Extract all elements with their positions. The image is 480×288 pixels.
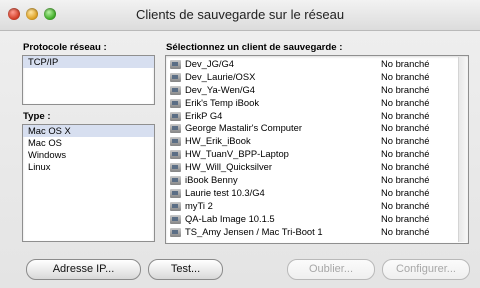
client-name: QA-Lab Image 10.1.5 (185, 212, 275, 224)
client-status: No branché (381, 199, 430, 211)
computer-icon (170, 124, 181, 134)
title-bar: Clients de sauvegarde sur le réseau (0, 0, 480, 31)
client-status: No branché (381, 148, 430, 160)
computer-icon (170, 163, 181, 173)
type-item[interactable]: Linux (23, 161, 154, 173)
client-name: Erik's Temp iBook (185, 96, 260, 108)
computer-icon (170, 150, 181, 160)
client-row[interactable]: iBook Benny No branché (166, 174, 468, 187)
window-title: Clients de sauvegarde sur le réseau (135, 7, 345, 22)
type-item[interactable]: Windows (23, 149, 154, 161)
client-status: No branché (381, 174, 430, 186)
client-status: No branché (381, 186, 430, 198)
client-status: No branché (381, 161, 430, 173)
client-row[interactable]: HW_TuanV_BPP-Laptop No branché (166, 148, 468, 161)
type-label: Type : (23, 111, 51, 122)
computer-icon (170, 188, 181, 198)
client-list-scrollbar[interactable] (458, 57, 467, 242)
client-name: HW_TuanV_BPP-Laptop (185, 148, 289, 160)
client-row[interactable]: myTi 2 No branché (166, 200, 468, 213)
client-name: Laurie test 10.3/G4 (185, 186, 265, 198)
client-row[interactable]: Dev_JG/G4 No branché (166, 58, 468, 71)
client-name: Dev_JG/G4 (185, 58, 234, 69)
computer-icon (170, 98, 181, 108)
client-status: No branché (381, 83, 430, 95)
computer-icon (170, 60, 181, 69)
client-status: No branché (381, 122, 430, 134)
client-row[interactable]: TS_Amy Jensen / Mac Tri-Boot 1 No branché (166, 226, 468, 239)
backup-clients-window: Clients de sauvegarde sur le réseau Prot… (0, 0, 480, 288)
client-name: ErikP G4 (185, 109, 223, 121)
client-name: HW_Will_Quicksilver (185, 161, 272, 173)
type-item[interactable]: Mac OS (23, 137, 154, 149)
client-row[interactable]: Dev_Ya-Wen/G4 No branché (166, 84, 468, 97)
client-row[interactable]: QA-Lab Image 10.1.5 No branché (166, 213, 468, 226)
client-row[interactable]: HW_Erik_iBook No branché (166, 135, 468, 148)
protocol-list[interactable]: TCP/IP (22, 55, 155, 105)
client-name: George Mastalir's Computer (185, 122, 302, 134)
configure-button[interactable]: Configurer... (382, 259, 470, 280)
client-row[interactable]: Laurie test 10.3/G4 No branché (166, 187, 468, 200)
client-name: HW_Erik_iBook (185, 135, 251, 147)
client-name: iBook Benny (185, 174, 238, 186)
client-status: No branché (381, 70, 430, 82)
computer-icon (170, 176, 181, 186)
client-row[interactable]: Erik's Temp iBook No branché (166, 97, 468, 110)
type-list[interactable]: Mac OS X Mac OS Windows Linux (22, 124, 155, 242)
client-status: No branché (381, 58, 430, 69)
computer-icon (170, 201, 181, 211)
client-list[interactable]: Dev_JG/G4 No branché Dev_Laurie/OSX No bran… (165, 55, 469, 244)
client-row[interactable]: Dev_Laurie/OSX No branché (166, 71, 468, 84)
client-name: TS_Amy Jensen / Mac Tri-Boot 1 (185, 225, 323, 237)
type-item[interactable]: Mac OS X (23, 125, 154, 137)
protocol-label: Protocole réseau : (23, 42, 107, 53)
client-name: Dev_Ya-Wen/G4 (185, 83, 255, 95)
client-status: No branché (381, 212, 430, 224)
computer-icon (170, 227, 181, 237)
computer-icon (170, 72, 181, 82)
client-row[interactable]: HW_Will_Quicksilver No branché (166, 161, 468, 174)
client-row[interactable]: George Mastalir's Computer No branché (166, 122, 468, 135)
client-name: Dev_Laurie/OSX (185, 70, 256, 82)
ip-address-button[interactable]: Adresse IP... (26, 259, 141, 280)
client-status: No branché (381, 109, 430, 121)
protocol-item[interactable]: TCP/IP (23, 56, 154, 68)
computer-icon (170, 214, 181, 224)
computer-icon (170, 137, 181, 147)
client-name: myTi 2 (185, 199, 213, 211)
computer-icon (170, 111, 181, 121)
client-list-label: Sélectionnez un client de sauvegarde : (166, 42, 343, 53)
test-button[interactable]: Test... (148, 259, 223, 280)
client-status: No branché (381, 135, 430, 147)
client-status: No branché (381, 96, 430, 108)
client-status: No branché (381, 225, 430, 237)
remove-button[interactable]: Oublier... (287, 259, 375, 280)
computer-icon (170, 85, 181, 95)
client-row[interactable]: ErikP G4 No branché (166, 110, 468, 123)
